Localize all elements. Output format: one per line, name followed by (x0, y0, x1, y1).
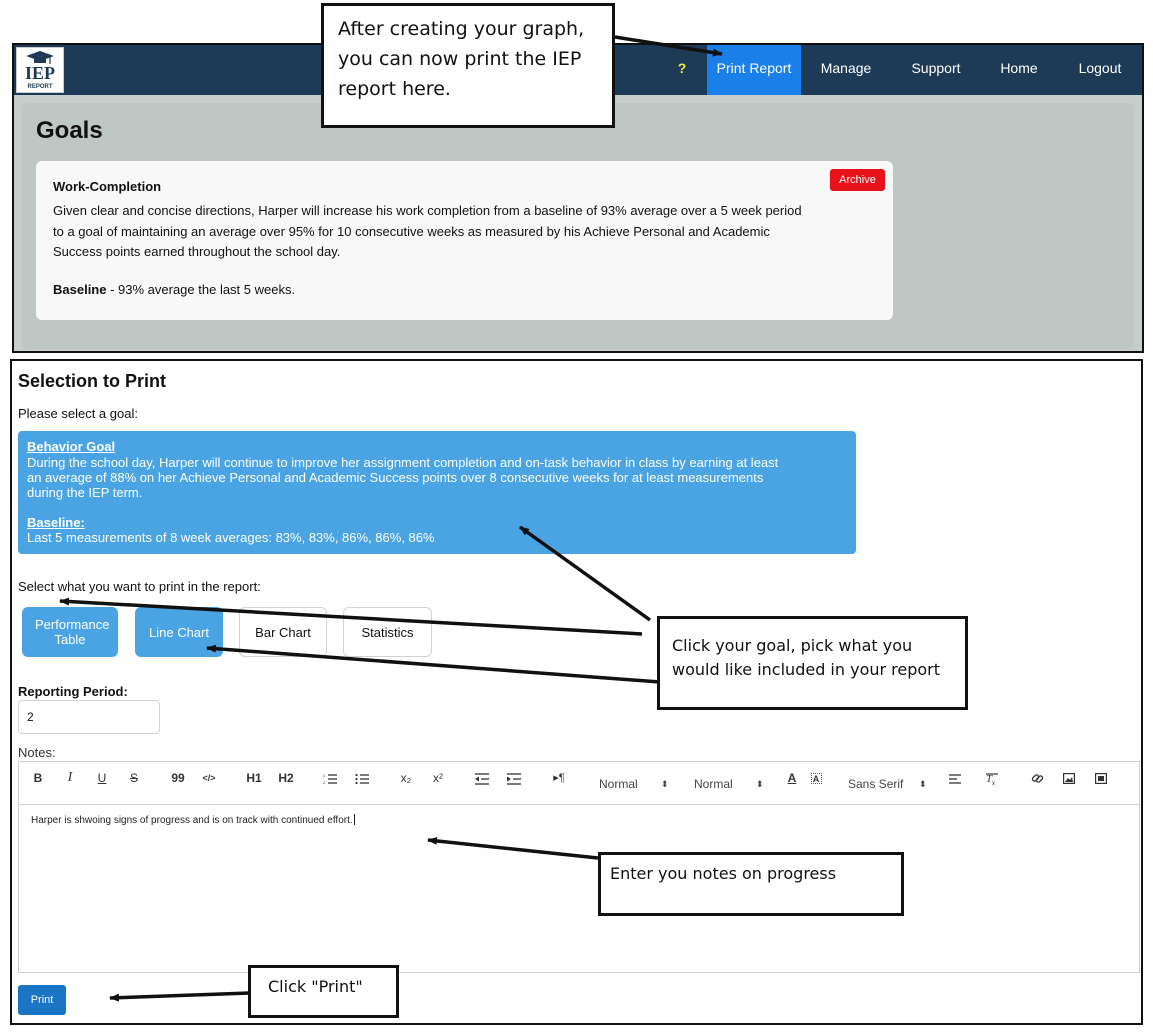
ordered-list-icon[interactable]: 12 (322, 762, 338, 794)
archive-button[interactable]: Archive (830, 169, 885, 191)
goal-option-baseline-label: Baseline: (27, 515, 85, 530)
editor-toolbar: B I U S 99 </> H1 H2 12 x₂ x² ▸¶ Normal … (19, 762, 1139, 805)
nav-support[interactable]: Support (904, 45, 968, 95)
notes-editor: B I U S 99 </> H1 H2 12 x₂ x² ▸¶ Normal … (18, 761, 1140, 973)
option-label: Performance Table (35, 617, 110, 647)
image-icon[interactable] (1061, 762, 1077, 794)
line-chart-toggle[interactable]: Line Chart (135, 607, 223, 657)
align-icon[interactable] (947, 762, 963, 794)
goal-select-prompt: Please select a goal: (18, 406, 138, 421)
behavior-goal-option[interactable]: Behavior Goal During the school day, Har… (18, 431, 856, 554)
strikethrough-button[interactable]: S (127, 762, 141, 794)
nav-print-report[interactable]: Print Report (707, 45, 801, 95)
print-selection-panel: Selection to Print Please select a goal:… (10, 359, 1143, 1025)
svg-text:x: x (992, 781, 995, 785)
bold-button[interactable]: B (31, 762, 45, 794)
clear-formatting-icon[interactable]: Tx (985, 762, 1001, 794)
bar-chart-toggle[interactable]: Bar Chart (239, 607, 327, 657)
size-select-value: Normal (599, 777, 638, 791)
print-options-prompt: Select what you want to print in the rep… (18, 579, 261, 594)
text-cursor (353, 814, 355, 825)
logo-text: IEP (24, 63, 55, 83)
callout-print: Click "Print" (248, 965, 399, 1018)
text-direction-button[interactable]: ▸¶ (549, 762, 569, 794)
goal-description: Given clear and concise directions, Harp… (53, 203, 802, 259)
notes-text-area[interactable]: Harper is shwoing signs of progress and … (31, 814, 355, 826)
background-color-icon[interactable]: A (809, 762, 823, 794)
outdent-icon[interactable] (474, 762, 490, 794)
statistics-toggle[interactable]: Statistics (343, 607, 432, 657)
callout-pick-goal: Click your goal, pick what you would lik… (657, 616, 968, 710)
option-label: Bar Chart (255, 624, 311, 640)
italic-button[interactable]: I (63, 762, 77, 794)
goal-option-title: Behavior Goal (27, 439, 116, 454)
header-select[interactable]: Normal ⬍ (694, 776, 764, 792)
goal-option-description: During the school day, Harper will conti… (27, 455, 779, 500)
text-color-button[interactable]: A (785, 762, 799, 794)
goal-name: Work-Completion (53, 179, 162, 194)
indent-icon[interactable] (506, 762, 522, 794)
nav-manage[interactable]: Manage (814, 45, 878, 95)
chevron-updown-icon: ⬍ (661, 779, 669, 789)
print-button[interactable]: Print (18, 985, 66, 1015)
goal-option-baseline-text: Last 5 measurements of 8 week averages: … (27, 530, 435, 545)
font-select-value: Sans Serif (848, 777, 904, 791)
code-block-button[interactable]: </> (199, 762, 219, 794)
heading-2-button[interactable]: H2 (276, 762, 296, 794)
blockquote-button[interactable]: 99 (169, 762, 187, 794)
baseline-text: - 93% average the last 5 weeks. (106, 282, 296, 297)
svg-text:1: 1 (323, 773, 326, 778)
size-select[interactable]: Normal ⬍ (599, 776, 669, 792)
heading-1-button[interactable]: H1 (244, 762, 264, 794)
reporting-period-input[interactable] (18, 700, 160, 734)
video-icon[interactable] (1093, 762, 1109, 794)
section-title: Selection to Print (18, 371, 167, 391)
notes-text: Harper is shwoing signs of progress and … (31, 815, 353, 826)
callout-notes: Enter you notes on progress (598, 852, 904, 916)
page-title: Goals (36, 117, 103, 144)
font-select[interactable]: Sans Serif ⬍ (848, 776, 930, 792)
reporting-period-label: Reporting Period: (18, 684, 128, 699)
chevron-updown-icon: ⬍ (919, 779, 927, 789)
nav-logout[interactable]: Logout (1070, 45, 1130, 95)
callout-print-report: After creating your graph, you can now p… (321, 3, 615, 128)
help-link[interactable]: ? (672, 45, 692, 95)
notes-label: Notes: (18, 745, 56, 760)
option-label: Line Chart (149, 624, 209, 640)
chevron-updown-icon: ⬍ (756, 779, 764, 789)
superscript-button[interactable]: x² (429, 762, 447, 794)
underline-button[interactable]: U (95, 762, 109, 794)
performance-table-toggle[interactable]: Performance Table (22, 607, 118, 657)
bullet-list-icon[interactable] (354, 762, 370, 794)
nav-home[interactable]: Home (994, 45, 1044, 95)
subscript-button[interactable]: x₂ (397, 762, 415, 794)
goals-section: Goals Archive Work-Completion Given clea… (22, 103, 1134, 349)
option-label: Statistics (361, 624, 414, 640)
svg-text:2: 2 (323, 780, 326, 785)
logo-subtext: REPORT (27, 84, 53, 90)
header-select-value: Normal (694, 777, 733, 791)
link-icon[interactable] (1029, 762, 1045, 794)
goal-card[interactable]: Archive Work-Completion Given clear and … (36, 161, 893, 320)
baseline-label: Baseline (53, 282, 107, 297)
goal-baseline: Baseline - 93% average the last 5 weeks. (53, 282, 295, 297)
iep-report-logo[interactable]: IEP REPORT (16, 47, 64, 93)
